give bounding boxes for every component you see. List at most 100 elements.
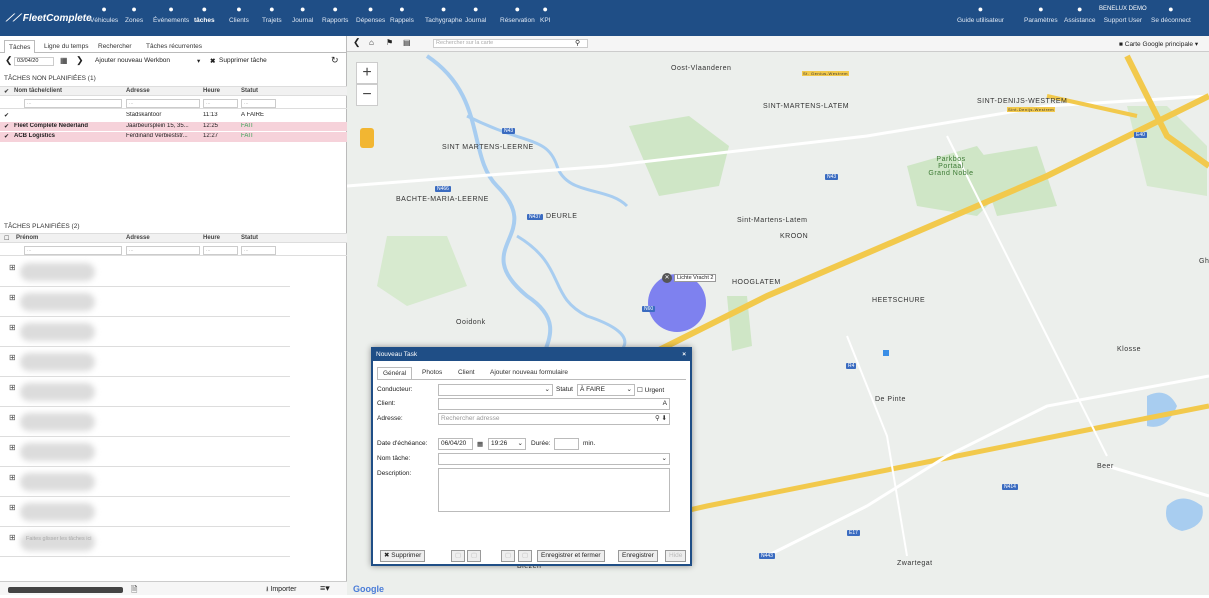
expand-icon[interactable]: ⊞ — [9, 323, 16, 332]
next-day-icon[interactable]: ❯ — [76, 55, 84, 66]
tab-recurring[interactable]: Tâches récurrentes — [142, 40, 206, 53]
zoom-in-button[interactable]: + — [356, 62, 378, 84]
task-name-select[interactable]: ⌄ — [438, 453, 670, 465]
calendar-icon[interactable]: ▦ — [477, 440, 483, 448]
col-time[interactable]: Heure — [203, 235, 220, 241]
due-time-select[interactable]: 19:26 ⌄ — [488, 438, 526, 450]
address-input[interactable]: Rechercher adresse ⚲ ⬇ — [438, 413, 670, 425]
nav-trajets[interactable]: ● Trajets — [262, 3, 282, 35]
list-item[interactable]: ⊞ — [0, 258, 290, 287]
save-button[interactable]: Enregistrer — [618, 550, 658, 562]
nav-événements[interactable]: ● Événements — [153, 3, 189, 35]
client-input[interactable]: A — [438, 398, 670, 410]
list-item[interactable]: ⊞ — [0, 378, 290, 407]
expand-icon[interactable]: ⊞ — [9, 353, 16, 362]
status-select[interactable]: À FAIRE ⌄ — [577, 384, 635, 396]
list-item[interactable]: ⊞ — [0, 318, 290, 347]
extra-button[interactable]: Hide — [665, 550, 687, 562]
nav-dépenses[interactable]: ● Dépenses — [356, 3, 385, 35]
filter-address-input[interactable]: ... — [126, 99, 200, 108]
expand-icon[interactable]: ⊞ — [9, 503, 16, 512]
vehicle-marker[interactable]: ✕ Lichte Vracht 2 — [662, 273, 717, 283]
horizontal-scrollbar[interactable] — [8, 587, 123, 593]
col-task-client[interactable]: Nom tâche/client — [14, 88, 62, 94]
nav-tachygraphe[interactable]: ● Tachygraphe — [425, 3, 462, 35]
map-type-select[interactable]: ■ Carte Google principale ▾ — [1119, 40, 1198, 48]
nav-rapports[interactable]: ● Rapports — [322, 3, 348, 35]
expand-icon[interactable]: ⊞ — [9, 383, 16, 392]
list-item[interactable]: ⊞ — [0, 348, 290, 377]
due-date-input[interactable]: 06/04/20 — [438, 438, 473, 450]
list-item[interactable]: ⊞ — [0, 528, 290, 557]
delete-task-button[interactable]: Supprimer tâche — [219, 57, 267, 64]
tab-general[interactable]: Général — [377, 367, 413, 379]
list-item[interactable]: ⊞ — [0, 288, 290, 317]
nav-journal[interactable]: ● Journal — [292, 3, 313, 35]
nav-clients[interactable]: ● Clients — [229, 3, 249, 35]
expand-icon[interactable]: ⊞ — [9, 413, 16, 422]
urgent-checkbox[interactable]: ☐ Urgent — [637, 386, 664, 394]
col-status[interactable]: Statut — [241, 88, 258, 94]
list-item[interactable]: ⊞ — [0, 438, 290, 467]
description-textarea[interactable] — [438, 468, 670, 512]
expand-icon[interactable]: ⊞ — [9, 263, 16, 272]
nav-right-0[interactable]: ● Guide utilisateur — [957, 3, 1004, 35]
nav-kpi[interactable]: ● KPI — [540, 3, 550, 35]
save-and-close-button[interactable]: Enregistrer et fermer — [537, 550, 605, 562]
checkbox-all[interactable]: ☐ — [4, 235, 9, 242]
table-row[interactable]: ✔ ACB Logistics Ferdinand Verbieststr... 12… — [0, 132, 347, 142]
list-item[interactable]: ⊞ — [0, 408, 290, 437]
prev-day-icon[interactable]: ❮ — [5, 55, 13, 66]
col-address[interactable]: Adresse — [126, 88, 150, 94]
nav-right-3[interactable]: BENELUX DEMO Support User — [1099, 3, 1147, 35]
nav-right-4[interactable]: ● Se déconnect — [1151, 3, 1191, 35]
fleetcomplete-logo[interactable]: ⟋⟋ FleetComplete — [6, 13, 92, 24]
duration-input[interactable] — [554, 438, 579, 450]
expand-icon[interactable]: ⊞ — [9, 533, 16, 542]
list-item[interactable]: ⊞ — [0, 468, 290, 497]
check-all-icon[interactable]: ✔ — [4, 88, 9, 95]
delete-button[interactable]: ✖ Supprimer — [380, 550, 426, 562]
collapse-arrow-icon[interactable]: ❮ — [353, 37, 361, 48]
expand-icon[interactable]: ⊞ — [9, 443, 16, 452]
table-row[interactable]: ✔ Stadskantoor 11:13 À FAIRE — [0, 111, 347, 121]
menu-icon[interactable]: ≡▾ — [320, 583, 330, 594]
zoom-out-button[interactable]: − — [356, 84, 378, 106]
disabled-icon-button[interactable]: ▢ — [501, 550, 516, 562]
expand-icon[interactable]: ⊞ — [9, 293, 16, 302]
tab-add-form[interactable]: Ajouter nouveau formulaire — [485, 367, 573, 378]
refresh-icon[interactable]: ↻ — [331, 55, 339, 66]
map-search-icon[interactable]: ⚲ — [575, 39, 580, 47]
filter-address-input[interactable]: ... — [126, 246, 200, 255]
filter-status-input[interactable]: ... — [241, 99, 276, 108]
home-icon[interactable]: ⌂ — [369, 38, 374, 47]
nav-zones[interactable]: ● Zones — [125, 3, 143, 35]
filter-status-input[interactable]: ... — [241, 246, 276, 255]
tab-timeline[interactable]: Ligne du temps — [40, 40, 92, 53]
add-dropdown-icon[interactable]: ▾ — [197, 57, 200, 65]
disabled-icon-button[interactable]: ▢ — [467, 550, 482, 562]
import-button[interactable]: ⭳ Importer — [266, 585, 296, 596]
expand-icon[interactable]: ⊞ — [9, 473, 16, 482]
col-address[interactable]: Adresse — [126, 235, 150, 241]
delete-x-icon[interactable]: ✖ — [210, 57, 215, 65]
nav-rappels[interactable]: ● Rappels — [390, 3, 414, 35]
map-search-input[interactable]: Rechercher sur la carte — [433, 39, 588, 48]
filter-time-input[interactable]: ... — [203, 246, 238, 255]
nav-réservation[interactable]: ● Réservation — [500, 3, 535, 35]
tab-client[interactable]: Client — [453, 367, 480, 378]
disabled-icon-button[interactable]: ▢ — [451, 550, 466, 562]
disabled-icon-button[interactable]: ▢ — [518, 550, 533, 562]
filter-time-input[interactable]: ... — [203, 99, 238, 108]
list-item[interactable]: ⊞ — [0, 498, 290, 527]
nav-right-2[interactable]: ● Assistance — [1064, 3, 1095, 35]
table-row[interactable]: ✔ Fleet Complete Nederland Jaarbeursplein … — [0, 121, 347, 131]
col-status[interactable]: Statut — [241, 235, 258, 241]
nav-véhicules[interactable]: ● Véhicules — [90, 3, 118, 35]
nav-journal[interactable]: ● Journal — [465, 3, 486, 35]
flag-icon[interactable]: ⚑ — [386, 38, 393, 47]
filter-firstname-input[interactable]: ... — [24, 246, 122, 255]
street-view-pegman-icon[interactable] — [360, 128, 374, 148]
tab-search[interactable]: Rechercher — [94, 40, 136, 53]
calendar-icon[interactable]: ▦ — [60, 56, 68, 65]
